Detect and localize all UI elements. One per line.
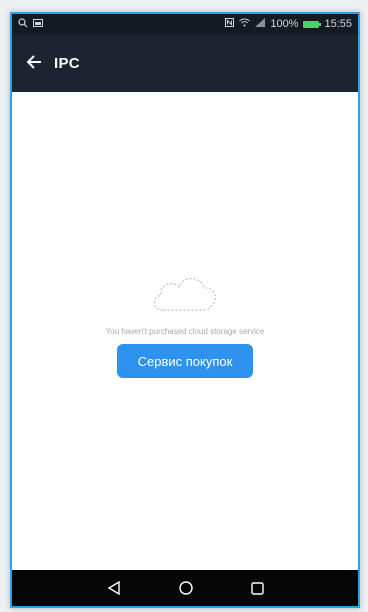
purchase-service-button[interactable]: Сервис покупок xyxy=(117,344,253,378)
home-circle-icon[interactable] xyxy=(178,581,193,595)
search-icon xyxy=(18,17,28,31)
back-triangle-icon[interactable] xyxy=(107,581,121,595)
battery-percent: 100% xyxy=(270,18,299,30)
empty-state: You haven't purchased cloud storage serv… xyxy=(12,92,358,570)
recents-square-icon[interactable] xyxy=(250,581,264,595)
image-icon xyxy=(33,18,43,30)
nfc-icon xyxy=(225,18,235,30)
signal-icon xyxy=(255,18,266,30)
phone-screen: 100% 15:55 IPC You haven't purchased clo… xyxy=(10,12,360,608)
empty-state-message: You haven't purchased cloud storage serv… xyxy=(105,327,265,336)
navigation-bar xyxy=(12,570,358,606)
app-bar: IPC xyxy=(12,34,358,92)
wifi-icon xyxy=(239,18,251,30)
cloud-outline-icon xyxy=(149,270,221,319)
status-time: 15:55 xyxy=(324,18,352,30)
status-left xyxy=(18,17,43,31)
status-bar: 100% 15:55 xyxy=(12,14,358,34)
page-title: IPC xyxy=(54,54,80,72)
arrow-left-icon[interactable] xyxy=(26,53,42,73)
battery-icon xyxy=(303,20,322,28)
status-right: 100% 15:55 xyxy=(225,18,352,30)
